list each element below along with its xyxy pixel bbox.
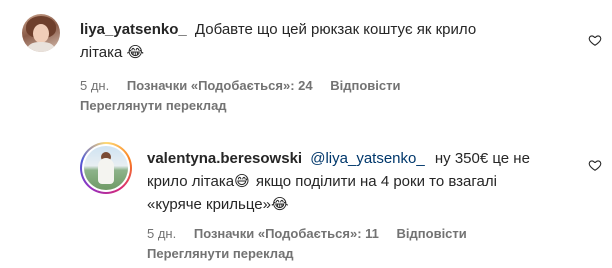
tears-of-joy-emoji: 😂 bbox=[270, 195, 289, 213]
reply-text-line3: «куряче крильце»😂 bbox=[147, 193, 289, 216]
comment-body-line2: літака bbox=[80, 44, 123, 61]
comment-time[interactable]: 5 дн. bbox=[147, 226, 176, 241]
like-button[interactable] bbox=[588, 33, 602, 47]
like-button[interactable] bbox=[588, 158, 602, 172]
comment-body-line3: «куряче крильце» bbox=[147, 196, 271, 213]
sweat-smile-emoji: 😅 bbox=[234, 172, 250, 190]
avatar-body bbox=[27, 42, 55, 52]
comment-username[interactable]: valentyna.beresowski bbox=[147, 150, 302, 167]
comment-body-line1: ну 350€ це не bbox=[434, 150, 530, 167]
comment-time[interactable]: 5 дн. bbox=[80, 78, 109, 93]
reply-button[interactable]: Відповісти bbox=[397, 226, 467, 241]
comment-body-line2a: крило літака bbox=[147, 173, 235, 190]
likes-count[interactable]: Позначки «Подобається»: 11 bbox=[194, 226, 379, 241]
comment-username[interactable]: liya_yatsenko_ bbox=[80, 21, 187, 38]
avatar bbox=[84, 146, 128, 190]
mention-link[interactable]: @liya_yatsenko_ bbox=[310, 150, 424, 167]
avatar-story-ring[interactable] bbox=[80, 142, 132, 194]
reply-text-line1: valentyna.beresowski @liya_yatsenko_ ну … bbox=[147, 148, 530, 170]
comment-body-line1: Добавте що цей рюкзак коштує як крило bbox=[194, 21, 477, 38]
comment-text-line2: літака 😂 bbox=[80, 41, 144, 64]
comment-body-line2b: якщо поділити на 4 роки то взагалі bbox=[255, 173, 497, 190]
comment-meta: 5 дн. Позначки «Подобається»: 24 Відпові… bbox=[80, 78, 401, 93]
see-translation-link[interactable]: Переглянути переклад bbox=[80, 98, 227, 113]
avatar-face bbox=[33, 24, 49, 43]
avatar-figure bbox=[98, 158, 114, 184]
heart-icon bbox=[588, 160, 602, 171]
avatar[interactable] bbox=[22, 14, 60, 52]
heart-icon bbox=[588, 35, 602, 46]
reply-text-line2: крило літака😅 якщо поділити на 4 роки то… bbox=[147, 170, 497, 193]
avatar-ring-inner bbox=[82, 144, 130, 192]
see-translation-link[interactable]: Переглянути переклад bbox=[147, 246, 294, 261]
tears-of-joy-emoji: 😂 bbox=[126, 43, 145, 61]
comment-text: liya_yatsenko_ Добавте що цей рюкзак кош… bbox=[80, 19, 580, 41]
comment-meta: 5 дн. Позначки «Подобається»: 11 Відпові… bbox=[147, 226, 467, 241]
reply-button[interactable]: Відповісти bbox=[330, 78, 400, 93]
likes-count[interactable]: Позначки «Подобається»: 24 bbox=[127, 78, 313, 93]
